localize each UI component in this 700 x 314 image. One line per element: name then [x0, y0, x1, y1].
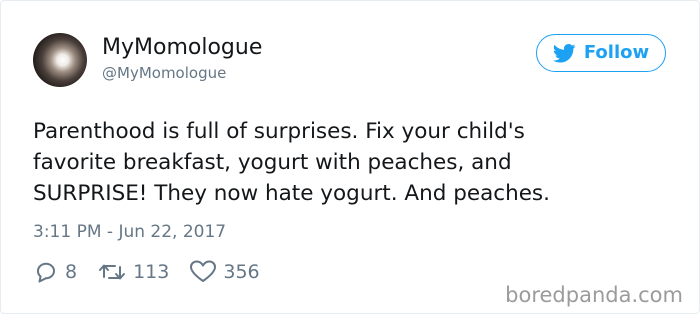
- retweet-icon: [97, 260, 127, 284]
- user-handle[interactable]: @MyMomologue: [102, 63, 226, 83]
- retweet-action[interactable]: 113: [97, 260, 169, 284]
- tweet-timestamp[interactable]: 3:11 PM - Jun 22, 2017: [33, 221, 226, 243]
- tweet-actions: 8 113 356: [33, 259, 280, 285]
- watermark: boredpanda.com: [505, 283, 683, 307]
- follow-button[interactable]: Follow: [536, 34, 666, 72]
- heart-icon: [189, 260, 217, 284]
- display-name[interactable]: MyMomologue: [102, 34, 262, 62]
- tweet-line: Parenthood is full of surprises. Fix you…: [33, 119, 525, 144]
- tweet-line: SURPRISE! They now hate yogurt. And peac…: [33, 181, 550, 206]
- like-count: 356: [223, 261, 260, 283]
- tweet-line: favorite breakfast, yogurt with peaches,…: [33, 150, 512, 175]
- twitter-bird-icon: [552, 43, 576, 63]
- tweet-card: MyMomologue @MyMomologue Follow Parentho…: [0, 0, 700, 314]
- tweet-text: Parenthood is full of surprises. Fix you…: [33, 116, 673, 209]
- like-action[interactable]: 356: [189, 260, 260, 284]
- follow-label: Follow: [583, 42, 650, 63]
- reply-icon: [33, 260, 59, 284]
- retweet-count: 113: [133, 261, 170, 283]
- reply-count: 8: [65, 261, 78, 283]
- reply-action[interactable]: 8: [33, 260, 77, 284]
- avatar[interactable]: [33, 33, 87, 87]
